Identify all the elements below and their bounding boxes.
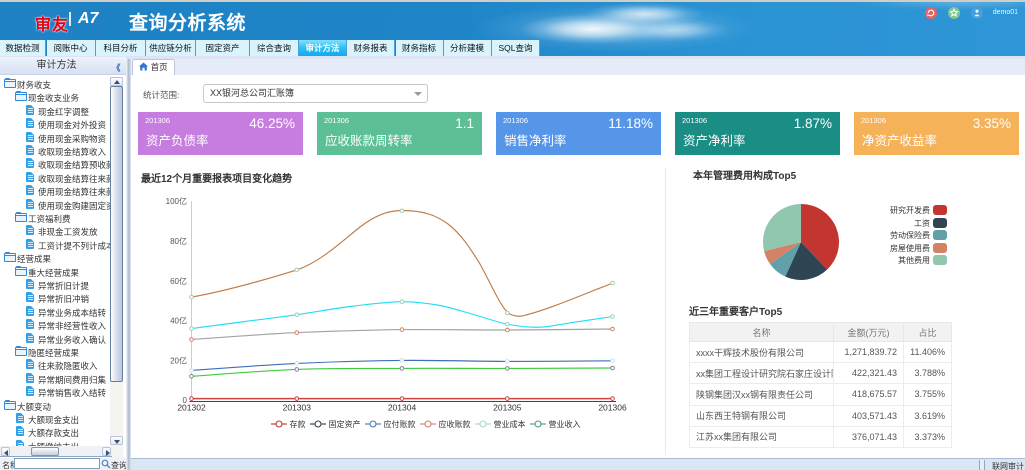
svg-text:应付账款: 应付账款 bbox=[384, 419, 416, 429]
svg-text:201303: 201303 bbox=[283, 403, 312, 413]
svg-text:20亿: 20亿 bbox=[170, 355, 187, 365]
svg-text:40亿: 40亿 bbox=[170, 316, 187, 326]
svg-text:201304: 201304 bbox=[388, 403, 417, 413]
svg-text:营业成本: 营业成本 bbox=[494, 419, 526, 429]
svg-text:固定资产: 固定资产 bbox=[329, 419, 361, 429]
svg-text:201302: 201302 bbox=[177, 403, 206, 413]
svg-text:存款: 存款 bbox=[290, 419, 306, 429]
svg-text:201306: 201306 bbox=[598, 403, 627, 413]
svg-text:营业收入: 营业收入 bbox=[549, 419, 581, 429]
svg-text:80亿: 80亿 bbox=[170, 236, 187, 246]
svg-text:应收账款: 应收账款 bbox=[439, 419, 471, 429]
svg-text:60亿: 60亿 bbox=[170, 276, 187, 286]
svg-text:100亿: 100亿 bbox=[166, 196, 187, 206]
svg-text:201305: 201305 bbox=[493, 403, 522, 413]
